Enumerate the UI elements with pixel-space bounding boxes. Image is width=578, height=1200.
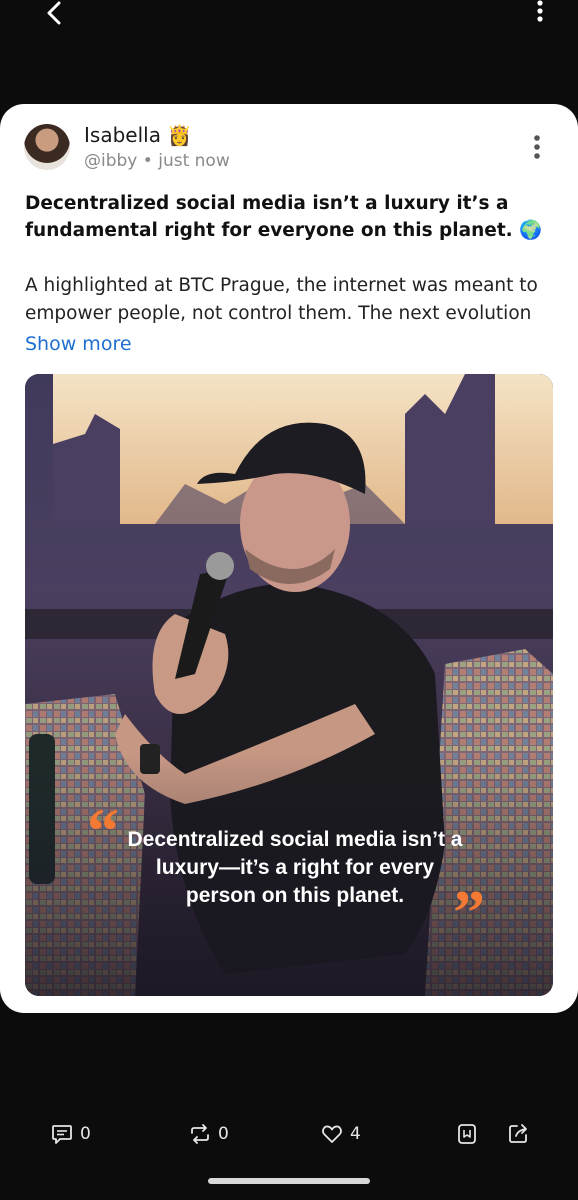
author-handle: @ibby [84, 151, 138, 171]
home-indicator[interactable] [208, 1178, 370, 1184]
back-button[interactable] [38, 0, 70, 28]
author-meta: @ibby • just now [84, 150, 230, 172]
post-card: Isabella 👸 @ibby • just now Decentralize… [0, 104, 578, 1013]
post-image[interactable]: “ ” Decentralized social media isn’t a l… [25, 374, 553, 996]
bookmark-icon [458, 1124, 476, 1144]
post-action-bar: 0 0 4 [0, 1110, 578, 1158]
show-more-link[interactable]: Show more [25, 330, 132, 358]
image-quote-text: Decentralized social media isn’t a luxur… [127, 828, 463, 907]
svg-text:“: “ [87, 795, 119, 866]
vertical-ellipsis-icon [534, 135, 540, 159]
author-info: Isabella 👸 @ibby • just now [84, 122, 230, 172]
bookmark-button[interactable] [455, 1120, 479, 1148]
share-icon [509, 1124, 527, 1143]
post-menu-button[interactable] [530, 134, 544, 162]
comment-count: 0 [80, 1124, 91, 1144]
repost-icon [191, 1124, 209, 1144]
comment-icon [52, 1125, 72, 1144]
share-button[interactable] [506, 1120, 530, 1148]
heart-icon [322, 1125, 342, 1143]
post-body: A highlighted at BTC Prague, the interne… [25, 275, 538, 324]
comment-button[interactable]: 0 [50, 1120, 91, 1148]
top-bar [0, 0, 578, 40]
more-options-button[interactable] [530, 0, 550, 24]
like-button[interactable]: 4 [320, 1120, 361, 1148]
author-name: Isabella [84, 123, 161, 147]
meta-separator: • [142, 151, 159, 171]
vertical-ellipsis-icon [537, 0, 543, 22]
author-name-link[interactable]: Isabella 👸 [84, 122, 230, 148]
chevron-left-icon [47, 1, 61, 25]
post-timestamp: just now [158, 151, 230, 171]
post-headline: Decentralized social media isn’t a luxur… [25, 193, 543, 241]
like-count: 4 [350, 1124, 361, 1144]
repost-button[interactable]: 0 [188, 1120, 229, 1148]
repost-count: 0 [218, 1124, 229, 1144]
avatar[interactable] [24, 124, 70, 170]
author-emoji: 👸 [167, 123, 193, 147]
post-detail-screen: Isabella 👸 @ibby • just now Decentralize… [0, 0, 578, 1200]
